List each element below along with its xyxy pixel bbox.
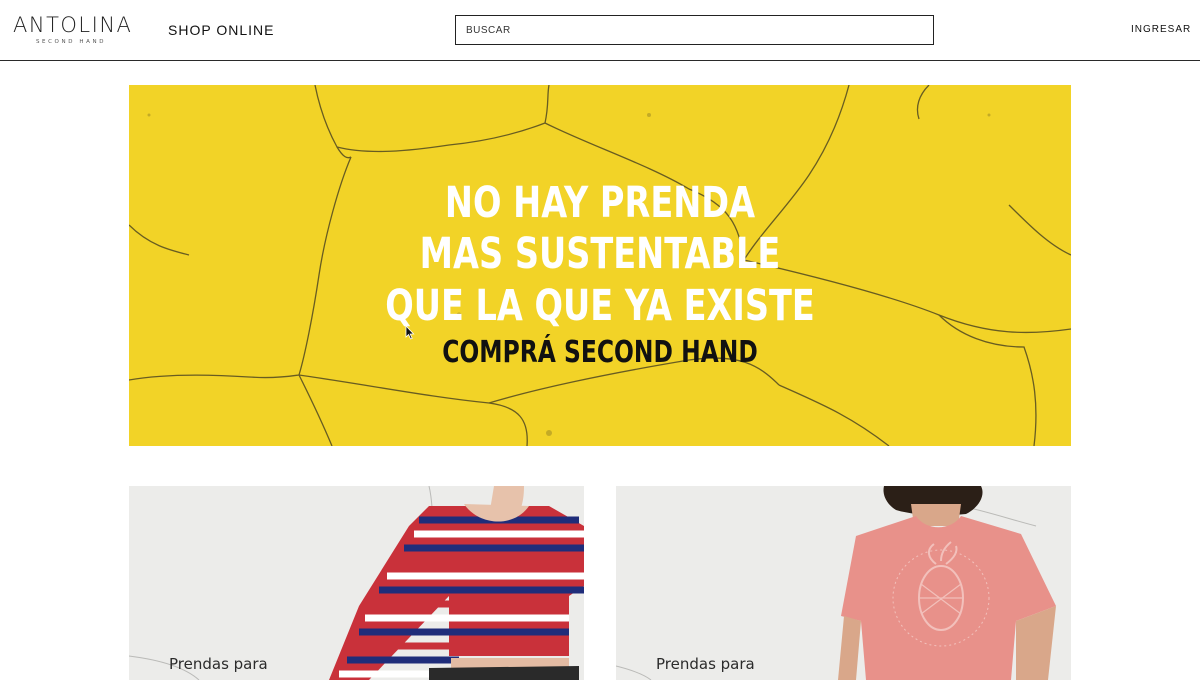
logo-name: ANTOLINA [13,13,133,37]
logo-tagline: SECOND HAND [35,39,107,45]
category-label-women: Prendas para [169,655,268,673]
category-card-women[interactable]: Prendas para [129,486,584,680]
hero-banner[interactable]: NO HAY PRENDA MAS SUSTENTABLE QUE LA QUE… [129,85,1071,446]
nav-shop-online-link[interactable]: SHOP ONLINE [168,22,274,38]
hero-headline-line-1: NO HAY PRENDA [444,178,756,228]
hero-cta-text: COMPRÁ SECOND HAND [442,335,758,370]
category-card-men[interactable]: Prendas para [616,486,1071,680]
category-label-men: Prendas para [656,655,755,673]
search-box[interactable] [455,15,934,45]
search-input[interactable] [456,16,933,44]
hero-headline-line-2: MAS SUSTENTABLE [419,229,781,279]
arrow-pointer-icon [405,325,415,340]
striped-sweater-image [129,486,584,680]
hero-headline-line-3: QUE LA QUE YA EXISTE [385,281,815,331]
pink-tshirt-image [616,486,1056,680]
antolina-logo[interactable]: ANTOLINA SECOND HAND [13,13,133,50]
hero-text: NO HAY PRENDA MAS SUSTENTABLE QUE LA QUE… [129,85,1071,446]
login-link[interactable]: INGRESAR [1131,24,1191,35]
site-header: ANTOLINA SECOND HAND SHOP ONLINE INGRESA… [0,0,1200,61]
